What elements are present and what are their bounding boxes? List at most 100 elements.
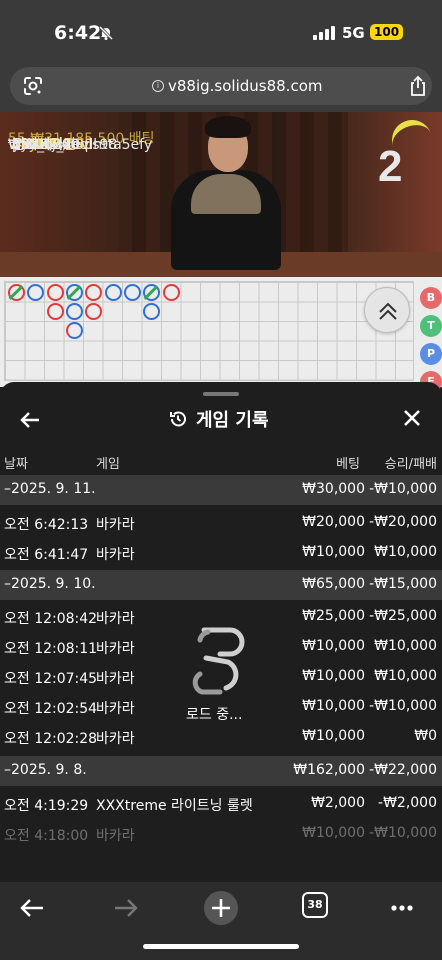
status-time: 6:42 bbox=[54, 22, 102, 44]
group-result: -₩15,000 bbox=[369, 576, 437, 592]
game-history-sheet: 게임 기록 날짜 게임 베팅 승리/패배 –2025. 9. 11. ₩30,0… bbox=[0, 382, 442, 882]
row-bet: ₩10,000 bbox=[302, 638, 365, 654]
bead-player bbox=[27, 284, 44, 301]
home-indicator[interactable] bbox=[143, 944, 299, 949]
network-type: 5G bbox=[342, 24, 365, 42]
row-result: ₩10,000 bbox=[374, 544, 437, 560]
row-game: XXXtreme 라이트닝 룰렛 bbox=[96, 798, 253, 814]
bead-banker bbox=[163, 284, 180, 301]
bead-player bbox=[105, 284, 122, 301]
bead-player bbox=[143, 303, 160, 320]
group-result: -₩10,000 bbox=[369, 481, 437, 497]
row-result: ₩10,000 bbox=[374, 668, 437, 684]
address-bar[interactable]: i v88ig.solidus88.com bbox=[10, 67, 432, 105]
history-icon bbox=[170, 411, 186, 427]
screen: 6:42 5G 100 i v88ig.solidus88.com 2 55 ₩… bbox=[0, 0, 442, 960]
column-game: 게임 bbox=[96, 457, 120, 472]
new-tab-icon[interactable] bbox=[203, 890, 239, 926]
column-bet: 베팅 bbox=[336, 457, 360, 472]
row-time: 오전 12:07:45 bbox=[4, 671, 98, 687]
more-menu-icon[interactable] bbox=[384, 890, 420, 926]
back-arrow-icon[interactable] bbox=[18, 408, 42, 432]
row-result: -₩2,000 bbox=[378, 795, 437, 811]
sheet-header: 게임 기록 bbox=[168, 404, 269, 434]
group-result: -₩22,000 bbox=[369, 762, 437, 778]
row-result: -₩20,000 bbox=[369, 514, 437, 530]
bead-banker bbox=[47, 303, 64, 320]
group-date: –2025. 9. 11. bbox=[4, 481, 96, 497]
bet-player: b5z_cjsxoqls98 bbox=[12, 137, 118, 153]
row-result: ₩10,000 bbox=[374, 638, 437, 654]
row-result: ₩0 bbox=[414, 728, 437, 744]
loading-label: 로드 중... bbox=[186, 707, 243, 723]
row-game: 바카라 bbox=[96, 547, 135, 563]
sheet-grab-handle[interactable] bbox=[203, 392, 239, 396]
row-result: -₩10,000 bbox=[369, 698, 437, 714]
row-time: 오전 12:08:42 bbox=[4, 611, 98, 627]
bell-slash-icon bbox=[98, 25, 114, 41]
back-icon[interactable] bbox=[14, 890, 50, 926]
row-bet: ₩10,000 bbox=[302, 825, 365, 841]
sheet-title: 게임 기록 bbox=[196, 410, 269, 431]
bead-player bbox=[66, 303, 83, 320]
bead-banker bbox=[85, 303, 102, 320]
column-date: 날짜 bbox=[4, 457, 28, 472]
side-tab-banker[interactable]: B bbox=[420, 287, 442, 309]
tab-switcher-button[interactable]: 38 bbox=[302, 892, 328, 918]
date-group-row[interactable]: –2025. 9. 11. ₩30,000 -₩10,000 bbox=[0, 475, 442, 505]
loading-indicator: 로드 중... bbox=[186, 624, 258, 728]
google-lens-icon[interactable] bbox=[22, 75, 44, 97]
side-tab-tie[interactable]: T bbox=[420, 315, 442, 337]
site-info-icon[interactable]: i bbox=[152, 80, 164, 92]
url-text[interactable]: v88ig.solidus88.com bbox=[168, 77, 322, 95]
row-game: 바카라 bbox=[96, 671, 135, 687]
bead-player bbox=[124, 284, 141, 301]
chevron-double-up-icon bbox=[379, 302, 397, 320]
row-bet: ₩10,000 bbox=[302, 728, 365, 744]
battery-tip bbox=[400, 30, 403, 36]
bead-player-tie bbox=[143, 284, 160, 301]
history-row[interactable]: 오전 4:19:29 XXXtreme 라이트닝 룰렛 ₩2,000 -₩2,0… bbox=[0, 789, 442, 819]
side-tab-player[interactable]: P bbox=[420, 343, 442, 365]
row-bet: ₩10,000 bbox=[302, 668, 365, 684]
loading-spinner-icon bbox=[192, 627, 245, 695]
history-row[interactable]: 오전 6:41:47 바카라 ₩10,000 ₩10,000 bbox=[0, 538, 442, 568]
status-bar: 6:42 5G 100 bbox=[0, 0, 442, 62]
row-bet: ₩20,000 bbox=[302, 514, 365, 530]
group-bet: ₩162,000 bbox=[293, 762, 365, 778]
row-bet: ₩10,000 bbox=[302, 544, 365, 560]
row-time: 오전 12:02:54 bbox=[4, 701, 98, 717]
history-row[interactable]: 오전 4:18:00 바카라 ₩10,000 -₩10,000 bbox=[0, 819, 442, 849]
collapse-scoreboard-button[interactable] bbox=[364, 287, 410, 333]
row-result: -₩10,000 bbox=[369, 825, 437, 841]
row-game: 바카라 bbox=[96, 517, 135, 533]
group-bet: ₩30,000 bbox=[302, 481, 365, 497]
history-row[interactable]: 오전 6:42:13 바카라 ₩20,000 -₩20,000 bbox=[0, 508, 442, 538]
row-game: 바카라 bbox=[96, 611, 135, 627]
share-icon[interactable] bbox=[408, 75, 428, 97]
forward-icon[interactable] bbox=[108, 890, 144, 926]
row-time: 오전 12:02:28 bbox=[4, 731, 98, 747]
date-group-row[interactable]: –2025. 9. 10. ₩65,000 -₩15,000 bbox=[0, 570, 442, 600]
column-headers: 날짜 게임 베팅 승리/패배 bbox=[0, 450, 442, 474]
battery-indicator: 100 bbox=[370, 24, 404, 40]
date-group-row[interactable]: –2025. 9. 8. ₩162,000 -₩22,000 bbox=[0, 756, 442, 786]
group-date: –2025. 9. 8. bbox=[4, 762, 87, 778]
row-game: 바카라 bbox=[96, 731, 135, 747]
bead-banker bbox=[85, 284, 102, 301]
row-time: 오전 12:08:11 bbox=[4, 641, 98, 657]
column-result: 승리/패배 bbox=[384, 457, 437, 472]
group-date: –2025. 9. 10. bbox=[4, 576, 96, 592]
row-time: 오전 6:41:47 bbox=[4, 547, 89, 563]
row-bet: ₩25,000 bbox=[302, 608, 365, 624]
bead-road: B T P E bbox=[0, 277, 442, 393]
group-bet: ₩65,000 bbox=[302, 576, 365, 592]
bead-player bbox=[66, 322, 83, 339]
row-game: 바카라 bbox=[96, 701, 135, 717]
row-time: 오전 4:19:29 bbox=[4, 798, 89, 814]
close-icon[interactable] bbox=[400, 406, 424, 430]
row-time: 오전 4:18:00 bbox=[4, 828, 89, 844]
row-time: 오전 6:42:13 bbox=[4, 517, 89, 533]
row-result: -₩25,000 bbox=[369, 608, 437, 624]
bead-banker bbox=[47, 284, 64, 301]
